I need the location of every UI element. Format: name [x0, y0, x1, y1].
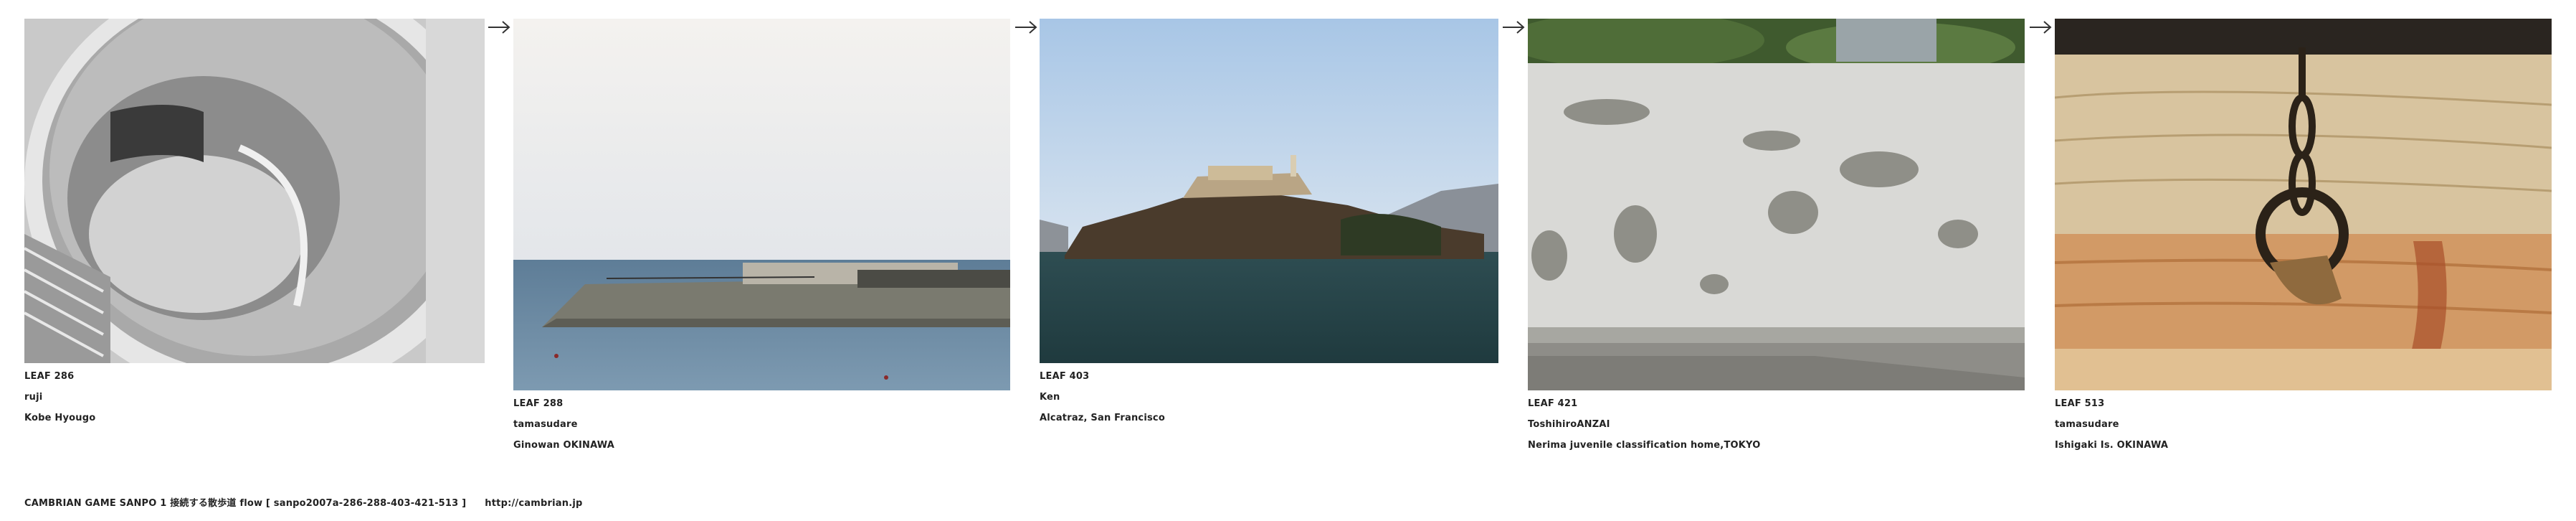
leaf-id[interactable]: LEAF 286 — [24, 366, 95, 387]
leaf-caption-286: LEAF 286 ruji Kobe Hyougo — [24, 366, 95, 428]
leaf-id[interactable]: LEAF 288 — [513, 393, 614, 414]
leaf-caption-421: LEAF 421 ToshihiroANZAI Nerima juvenile … — [1528, 393, 1760, 456]
leaf-id[interactable]: LEAF 513 — [2055, 393, 2168, 414]
arrow-right-icon — [488, 20, 510, 34]
leaf-photo-403[interactable] — [1040, 19, 1498, 363]
leaf-id[interactable]: LEAF 403 — [1040, 366, 1165, 387]
concrete-wall-image — [1528, 19, 2025, 390]
leaf-caption-403: LEAF 403 Ken Alcatraz, San Francisco — [1040, 366, 1165, 428]
arrow-right-icon — [2029, 20, 2052, 34]
leaf-caption-288: LEAF 288 tamasudare Ginowan OKINAWA — [513, 393, 614, 456]
spiral-staircase-image — [24, 19, 485, 363]
leaf-photo-286[interactable] — [24, 19, 485, 363]
leaf-photo-513[interactable] — [2055, 19, 2552, 390]
arrow-right-icon — [1502, 20, 1525, 34]
leaf-location: Ishigaki Is. OKINAWA — [2055, 440, 2169, 451]
leaf-photo-421[interactable] — [1528, 19, 2025, 390]
leaf-author[interactable]: Ken — [1040, 387, 1165, 408]
page-footer: CAMBRIAN GAME SANPO 1 接続する散歩道 flow [ san… — [24, 495, 583, 509]
leaf-location: Ginowan OKINAWA — [513, 440, 615, 451]
leaf-photo-288[interactable] — [513, 19, 1010, 390]
iron-ring-image — [2055, 19, 2552, 390]
leaf-author[interactable]: tamasudare — [2055, 414, 2168, 435]
arrow-right-icon — [1014, 20, 1037, 34]
breakwater-image — [513, 19, 1010, 390]
footer-title: CAMBRIAN GAME SANPO 1 接続する散歩道 flow [ san… — [24, 498, 467, 509]
leaf-caption-513: LEAF 513 tamasudare Ishigaki Is. OKINAWA — [2055, 393, 2168, 456]
leaf-location: Alcatraz, San Francisco — [1040, 413, 1165, 423]
leaf-author[interactable]: tamasudare — [513, 414, 614, 435]
alcatraz-image — [1040, 19, 1498, 363]
footer-url-link[interactable]: http://cambrian.jp — [485, 498, 582, 509]
leaf-location: Kobe Hyougo — [24, 413, 96, 423]
leaf-author[interactable]: ToshihiroANZAI — [1528, 414, 1760, 435]
leaf-id[interactable]: LEAF 421 — [1528, 393, 1760, 414]
leaf-location: Nerima juvenile classification home,TOKY… — [1528, 440, 1761, 451]
leaf-author[interactable]: ruji — [24, 387, 95, 408]
